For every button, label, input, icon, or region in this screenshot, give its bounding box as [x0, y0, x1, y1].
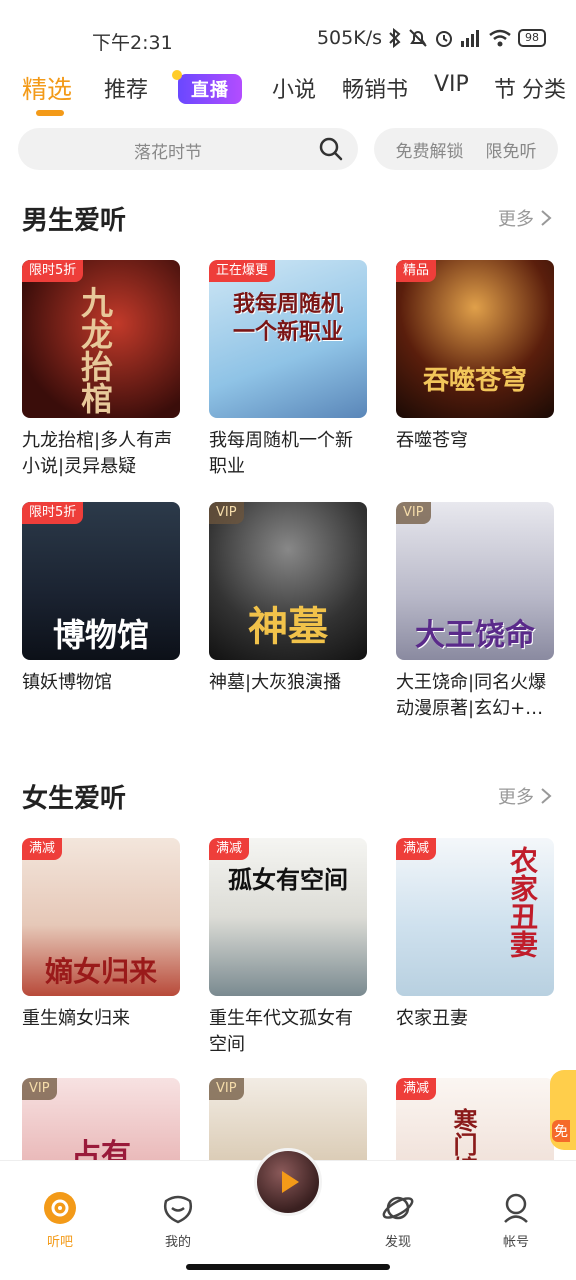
- free-unlock-link[interactable]: 免费解锁: [396, 137, 464, 162]
- active-tab-indicator: [36, 110, 64, 116]
- limited-free-link[interactable]: 限免听: [486, 137, 537, 162]
- book-card[interactable]: 嫡女归来 满减 重生嫡女归来: [22, 838, 180, 1032]
- alarm-icon: [436, 31, 452, 47]
- nav-label: 我的: [164, 1235, 191, 1250]
- book-tag: 正在爆更: [209, 260, 276, 282]
- nav-label: 帐号: [502, 1235, 529, 1250]
- floating-promo-badge[interactable]: 免: [550, 1070, 576, 1150]
- tab-vip[interactable]: VIP: [434, 72, 469, 97]
- chevron-right-icon: [541, 210, 552, 226]
- nav-account[interactable]: 帐号: [476, 1191, 556, 1250]
- cover-title-art: 农家丑妻: [506, 846, 539, 958]
- book-card[interactable]: 博物馆 限时5折 镇妖博物馆: [22, 502, 180, 696]
- book-tag: 满减: [22, 838, 63, 860]
- planet-icon: [382, 1196, 414, 1220]
- play-icon: [282, 1171, 299, 1193]
- book-title: 我每周随机一个新职业: [209, 430, 353, 477]
- book-card[interactable]: 我每周随机一个新职业 正在爆更 我每周随机一个新职业: [209, 260, 367, 480]
- bluetooth-icon: [389, 28, 401, 48]
- network-speed: 505K/s: [316, 27, 382, 49]
- book-card[interactable]: 大王饶命 VIP 大王饶命|同名火爆动漫原著|玄幻+…: [396, 502, 554, 722]
- nav-mine[interactable]: 我的: [138, 1191, 218, 1250]
- book-title: 神墓|大灰狼演播: [209, 672, 342, 693]
- tab-recommend[interactable]: 推荐: [104, 72, 148, 104]
- search-bar[interactable]: 落花时节: [18, 128, 358, 170]
- book-tag: 限时5折: [22, 502, 84, 524]
- chevron-right-icon: [541, 788, 552, 804]
- tab-live[interactable]: 直播: [172, 70, 242, 104]
- home-indicator: [186, 1264, 390, 1270]
- now-playing-button[interactable]: [254, 1148, 322, 1216]
- book-cover: 大王饶命 VIP: [396, 502, 554, 660]
- mute-bell-icon: [409, 29, 427, 47]
- more-label: 更多: [498, 209, 534, 230]
- book-title: 重生嫡女归来: [22, 1008, 130, 1029]
- wifi-icon: [489, 29, 511, 47]
- book-cover: 孤女有空间 满减: [209, 838, 367, 996]
- cover-title-art: 嫡女归来: [44, 955, 157, 988]
- book-card[interactable]: 孤女有空间 满减 重生年代文孤女有空间: [209, 838, 367, 1058]
- book-card[interactable]: 吞噬苍穹 精品 吞噬苍穹: [396, 260, 554, 454]
- nav-listen[interactable]: 听吧: [20, 1191, 100, 1250]
- account-icon: [504, 1193, 528, 1223]
- nav-label: 发现: [384, 1235, 411, 1250]
- tab-featured[interactable]: 精选: [22, 70, 72, 106]
- book-tag: VIP: [209, 502, 244, 524]
- book-cover: 嫡女归来 满减: [22, 838, 180, 996]
- book-card[interactable]: 农家丑妻 满减 农家丑妻: [396, 838, 554, 1032]
- book-tag: 限时5折: [22, 260, 84, 282]
- smile-face-icon: [164, 1195, 192, 1224]
- section-title-male: 男生爱听: [22, 206, 127, 236]
- status-icons: 505K/s 98: [317, 27, 546, 49]
- status-bar: 下午2:31 505K/s 98: [0, 0, 576, 76]
- more-label: 更多: [498, 787, 534, 808]
- book-cover: 神墓 VIP: [209, 502, 367, 660]
- section-title-female: 女生爱听: [22, 784, 127, 814]
- tab-novel[interactable]: 小说: [272, 72, 316, 104]
- category-tabs: 精选 推荐 直播 小说 畅销书 VIP 节 分类: [0, 66, 576, 118]
- book-tag: VIP: [22, 1078, 57, 1100]
- promo-label: 免: [552, 1120, 570, 1142]
- book-cover: 博物馆 限时5折: [22, 502, 180, 660]
- cover-title-art: 吞噬苍穹: [422, 366, 527, 396]
- book-title: 吞噬苍穹: [396, 430, 468, 451]
- book-tag: 满减: [396, 1078, 437, 1100]
- tab-category[interactable]: 分类: [522, 72, 566, 104]
- search-placeholder: 落花时节: [134, 143, 202, 163]
- book-card[interactable]: 神墓 VIP 神墓|大灰狼演播: [209, 502, 367, 696]
- book-tag: 精品: [396, 260, 437, 282]
- cover-title-art: 神墓: [248, 603, 328, 650]
- book-title: 重生年代文孤女有空间: [209, 1008, 353, 1055]
- listen-disc-icon: [44, 1192, 76, 1224]
- search-icon[interactable]: [318, 136, 344, 162]
- tab-festival[interactable]: 节: [494, 72, 516, 104]
- book-title: 农家丑妻: [396, 1008, 468, 1029]
- book-title: 大王饶命|同名火爆动漫原著|玄幻+…: [396, 672, 547, 719]
- cover-title-art: 大王饶命: [415, 618, 535, 653]
- book-tag: 满减: [396, 838, 437, 860]
- battery-icon: 98: [518, 29, 546, 47]
- quick-links: 免费解锁 限免听: [374, 128, 558, 170]
- nav-discover[interactable]: 发现: [358, 1191, 438, 1250]
- book-cover: 九龙抬棺 限时5折: [22, 260, 180, 418]
- status-time: 下午2:31: [92, 32, 173, 54]
- cover-title-art: 九龙抬棺: [76, 286, 114, 414]
- book-cover: 我每周随机一个新职业 正在爆更: [209, 260, 367, 418]
- book-tag: VIP: [396, 502, 431, 524]
- book-tag: VIP: [209, 1078, 244, 1100]
- signal-icon: [461, 30, 479, 47]
- more-link-male[interactable]: 更多: [498, 205, 552, 231]
- tab-bestseller[interactable]: 畅销书: [342, 72, 408, 104]
- book-title: 九龙抬棺|多人有声小说|灵异悬疑: [22, 430, 173, 477]
- book-cover: 农家丑妻 满减: [396, 838, 554, 996]
- cover-title-art: 博物馆: [52, 616, 149, 654]
- nav-label: 听吧: [46, 1235, 73, 1250]
- book-card[interactable]: 九龙抬棺 限时5折 九龙抬棺|多人有声小说|灵异悬疑: [22, 260, 180, 480]
- cover-title-art: 我每周随机一个新职业: [232, 291, 343, 345]
- book-tag: 满减: [209, 838, 250, 860]
- more-link-female[interactable]: 更多: [498, 783, 552, 809]
- book-cover: 吞噬苍穹 精品: [396, 260, 554, 418]
- cover-title-art: 孤女有空间: [228, 865, 348, 894]
- book-title: 镇妖博物馆: [22, 672, 112, 693]
